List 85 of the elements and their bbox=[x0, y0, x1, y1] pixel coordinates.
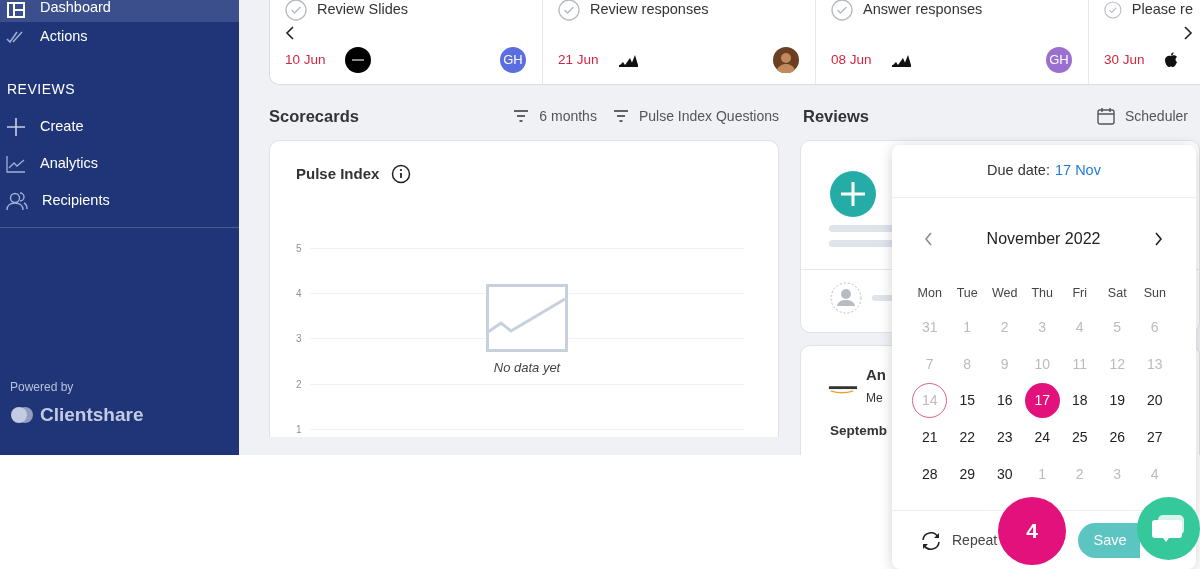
double-check-icon bbox=[6, 30, 26, 44]
plus-icon bbox=[6, 116, 26, 137]
avatar bbox=[773, 47, 799, 73]
action-title: Please re bbox=[1131, 0, 1193, 20]
empty-message: No data yet bbox=[493, 358, 561, 377]
weekday-label: Sun bbox=[1142, 284, 1167, 302]
powered-by-text: Powered by bbox=[10, 378, 75, 396]
logo-icon bbox=[10, 405, 34, 424]
check-circle-icon bbox=[1104, 0, 1122, 21]
people-icon bbox=[6, 190, 28, 211]
card-subtitle: Me bbox=[866, 389, 884, 407]
action-title: Review responses bbox=[590, 0, 709, 20]
repeat-button[interactable]: Repeat bbox=[919, 529, 998, 552]
company-logo-icon bbox=[345, 47, 371, 73]
due-date: 21 Jun bbox=[558, 50, 600, 69]
calendar-day[interactable]: 30 bbox=[987, 456, 1023, 492]
avatar: GH bbox=[1046, 47, 1072, 73]
filter-button[interactable]: Pulse Index Questions bbox=[612, 105, 779, 127]
weekday-label: Sat bbox=[1106, 284, 1128, 302]
month-title: November 2022 bbox=[986, 229, 1101, 249]
weekday-label: Tue bbox=[955, 284, 979, 302]
calendar-day[interactable]: 18 bbox=[1062, 383, 1098, 419]
sidebar-item[interactable]: Create bbox=[0, 108, 239, 145]
previous-month-button[interactable] bbox=[924, 232, 933, 246]
carousel-arrow[interactable] bbox=[1183, 26, 1193, 40]
company-logo-icon bbox=[618, 53, 638, 67]
repeat-icon bbox=[919, 529, 943, 552]
calendar-day[interactable]: 29 bbox=[949, 456, 985, 492]
sidebar-item[interactable]: Dashboard bbox=[0, 0, 239, 22]
action-title: Answer responses bbox=[863, 0, 983, 20]
company-logo-icon bbox=[828, 386, 858, 394]
scheduler-button[interactable]: Scheduler bbox=[1096, 105, 1188, 127]
sidebar-item[interactable]: Analytics bbox=[0, 145, 239, 182]
company-logo-icon bbox=[1164, 52, 1178, 68]
company-logo-icon bbox=[891, 53, 911, 67]
empty-chart-icon bbox=[486, 283, 568, 352]
calendar-day[interactable]: 20 bbox=[1137, 383, 1173, 419]
weekday-label: Thu bbox=[1030, 284, 1054, 302]
line-chart-icon bbox=[6, 154, 26, 173]
filter-button[interactable]: 6 months bbox=[513, 105, 597, 127]
filter-icon bbox=[612, 110, 629, 122]
calendar-day[interactable]: 28 bbox=[912, 456, 948, 492]
avatar-placeholder-icon bbox=[830, 282, 862, 314]
calendar-day[interactable]: 25 bbox=[1062, 419, 1098, 455]
calendar-day[interactable]: 16 bbox=[987, 383, 1023, 419]
filter-icon bbox=[513, 110, 530, 122]
action-title: Review Slides bbox=[317, 0, 409, 20]
carousel-arrow[interactable] bbox=[285, 26, 295, 40]
grid-icon bbox=[6, 1, 26, 19]
brand-name: Clientshare bbox=[40, 402, 144, 427]
axis-label: 4 bbox=[296, 286, 303, 301]
weekday-label: Wed bbox=[991, 284, 1019, 302]
calendar-day[interactable]: 26 bbox=[1099, 419, 1135, 455]
due-date-value: 17 Nov bbox=[1054, 161, 1101, 181]
due-date-label: Due date: bbox=[987, 161, 1050, 181]
info-icon[interactable] bbox=[391, 164, 412, 185]
calendar-day[interactable]: 17 bbox=[1024, 383, 1060, 419]
calendar-day[interactable]: 15 bbox=[949, 383, 985, 419]
card-title: Pulse Index bbox=[296, 164, 380, 184]
add-button[interactable] bbox=[830, 170, 876, 217]
axis-label: 5 bbox=[296, 241, 303, 256]
weekday-label: Mon bbox=[916, 284, 943, 302]
section-heading: REVIEWS bbox=[6, 80, 77, 99]
calendar-day[interactable]: 23 bbox=[987, 419, 1023, 455]
calendar-day[interactable]: 21 bbox=[912, 419, 948, 455]
next-month-button[interactable] bbox=[1154, 232, 1163, 246]
due-date: 08 Jun bbox=[831, 50, 873, 69]
avatar: GH bbox=[500, 47, 526, 73]
sidebar-item[interactable]: Actions bbox=[0, 22, 239, 52]
calendar-day[interactable]: 24 bbox=[1024, 419, 1060, 455]
calendar-day[interactable]: 19 bbox=[1099, 383, 1135, 419]
due-date: 30 Jun bbox=[1104, 50, 1146, 69]
weekday-label: Fri bbox=[1071, 284, 1089, 302]
sidebar-item[interactable]: Recipients bbox=[0, 182, 239, 219]
calendar-day[interactable]: 22 bbox=[949, 419, 985, 455]
review-period: Septemb bbox=[830, 421, 887, 440]
calendar-icon bbox=[1096, 107, 1115, 125]
axis-label: 2 bbox=[296, 377, 303, 392]
due-date: 10 Jun bbox=[285, 50, 327, 69]
section-title: Scorecards bbox=[269, 105, 359, 127]
company-name: An bbox=[866, 365, 886, 385]
axis-label: 1 bbox=[296, 422, 303, 437]
section-title: Reviews bbox=[803, 105, 870, 127]
calendar-day[interactable]: 27 bbox=[1137, 419, 1173, 455]
axis-label: 3 bbox=[296, 332, 303, 347]
